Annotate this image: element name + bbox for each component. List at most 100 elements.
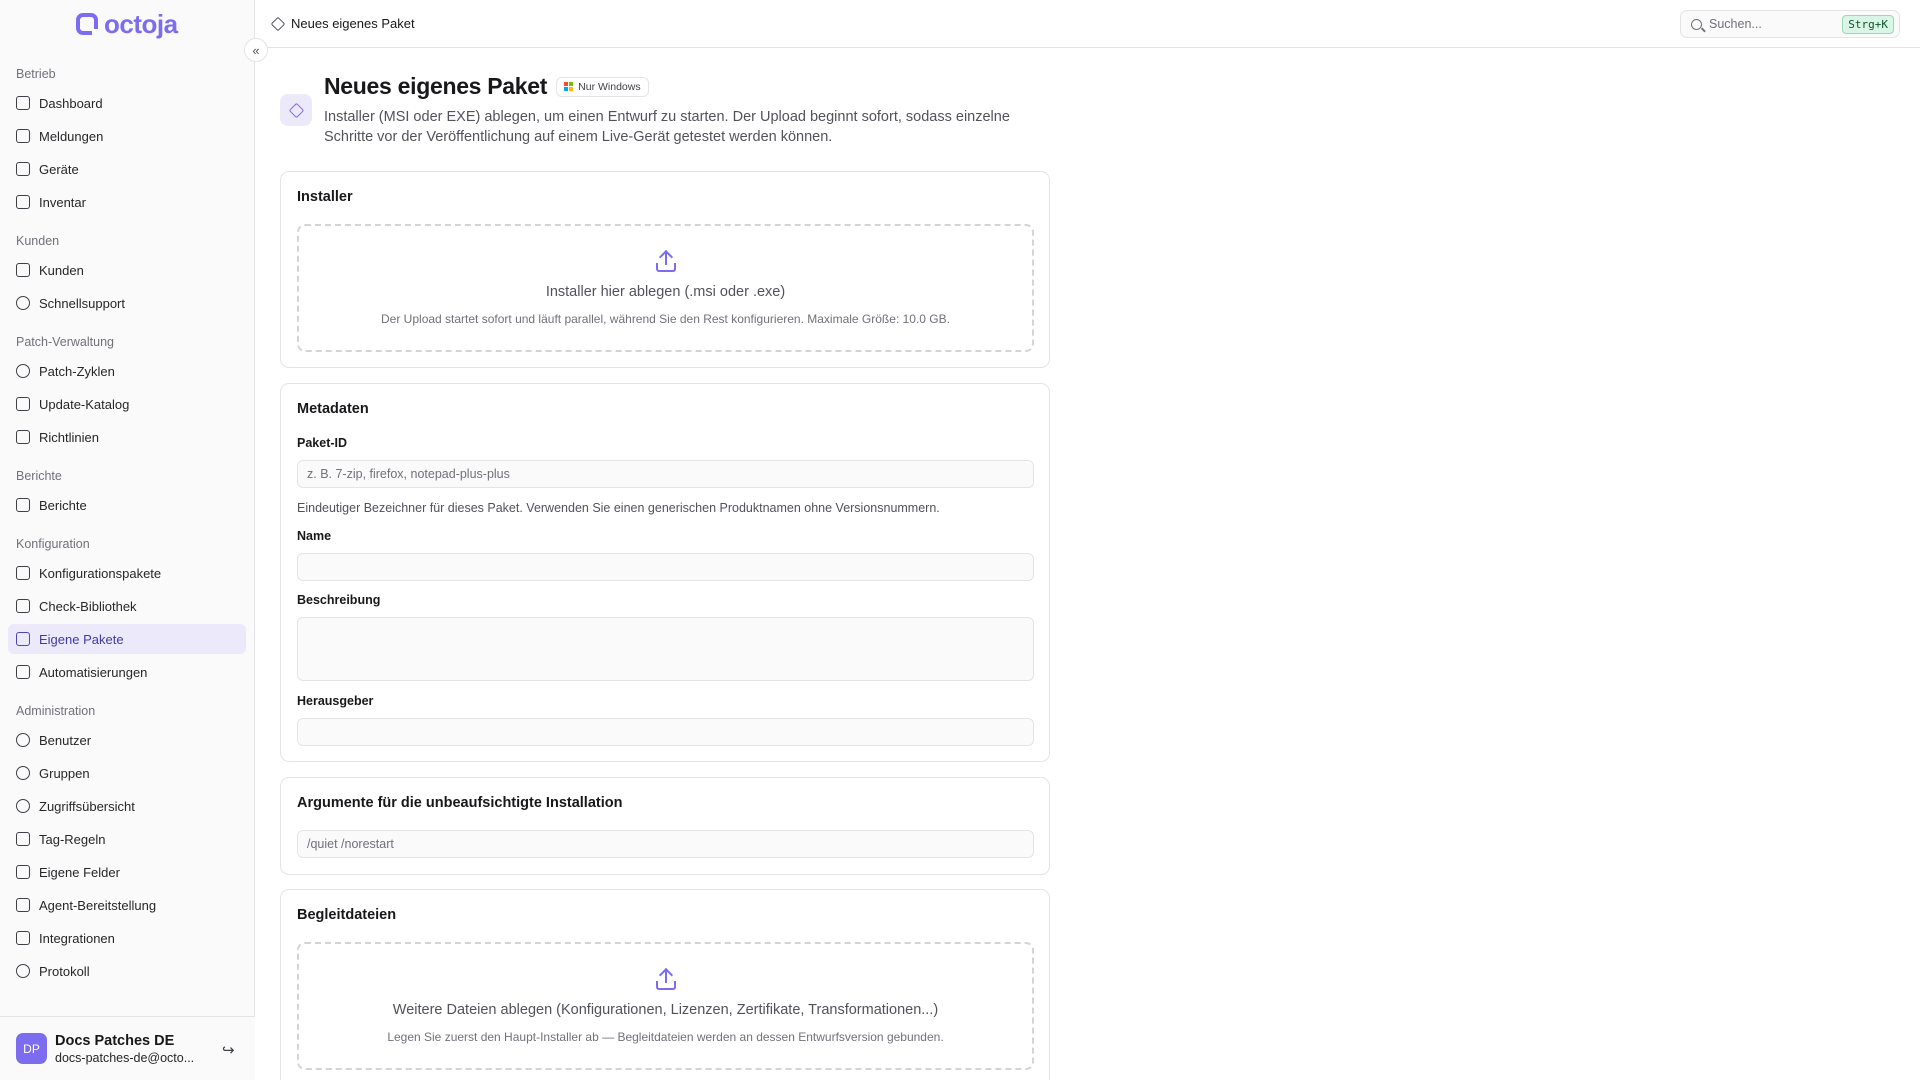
nav-section-label: Berichte xyxy=(16,468,62,483)
silent-args-input[interactable]: /quiet /norestart xyxy=(297,830,1034,858)
package-icon xyxy=(16,632,30,646)
sidebar-item-update-katalog[interactable]: Update-Katalog xyxy=(8,389,246,419)
sidebar-item-agent-bereitstellung[interactable]: Agent-Bereitstellung xyxy=(8,890,246,920)
user-icon xyxy=(16,733,30,747)
installer-drop-label: Installer hier ablegen (.msi oder .exe) xyxy=(545,284,786,300)
sidebar-item-label: Schnellsupport xyxy=(39,295,125,311)
nav-section-label: Patch-Verwaltung xyxy=(16,334,114,349)
headset-icon xyxy=(16,296,30,310)
sidebar-item-berichte[interactable]: Berichte xyxy=(8,490,246,520)
name-label: Name xyxy=(297,529,332,543)
windows-only-badge: Nur Windows xyxy=(556,76,649,97)
workflow-icon xyxy=(16,665,30,679)
monitor-icon xyxy=(16,162,30,176)
sidebar-collapse-button[interactable]: « xyxy=(244,38,268,62)
sidebar-item-check-bibliothek[interactable]: Check-Bibliothek xyxy=(8,591,246,621)
sidebar-item-dashboard[interactable]: Dashboard xyxy=(8,88,246,118)
name-input[interactable] xyxy=(297,553,1034,581)
logout-icon[interactable]: ↪ xyxy=(222,1041,235,1059)
list-icon xyxy=(16,430,30,444)
windows-icon xyxy=(564,82,574,91)
upload-icon xyxy=(655,252,676,272)
sidebar-item-label: Geräte xyxy=(39,161,79,177)
rocket-icon xyxy=(16,898,30,912)
silent-args-card: Argumente für die unbeaufsichtigte Insta… xyxy=(280,777,1050,875)
sidebar: octoja Betrieb Dashboard Meldungen Geräte In… xyxy=(0,0,255,1080)
description-label: Beschreibung xyxy=(297,593,381,607)
sidebar-item-label: Tag-Regeln xyxy=(39,831,106,847)
installer-dropzone[interactable]: Installer hier ablegen (.msi oder .exe) … xyxy=(297,224,1034,352)
sidebar-item-gruppen[interactable]: Gruppen xyxy=(8,758,246,788)
boxes-icon xyxy=(16,195,30,209)
sidebar-item-label: Eigene Felder xyxy=(39,864,120,880)
sidebar-item-tag-regeln[interactable]: Tag-Regeln xyxy=(8,824,246,854)
package-icon xyxy=(16,566,30,580)
sidebar-item-label: Eigene Pakete xyxy=(39,631,124,647)
sidebar-item-patch-zyklen[interactable]: Patch-Zyklen xyxy=(8,356,246,386)
sidebar-item-protokoll[interactable]: Protokoll xyxy=(8,956,246,986)
sidebar-item-label: Berichte xyxy=(39,497,87,513)
package-id-input[interactable]: z. B. 7-zip, firefox, notepad-plus-plus xyxy=(297,460,1034,488)
search-icon xyxy=(1691,18,1702,30)
package-icon xyxy=(280,94,312,126)
sidebar-item-label: Kunden xyxy=(39,262,84,278)
companion-dropzone[interactable]: Weitere Dateien ablegen (Konfigurationen… xyxy=(297,942,1034,1070)
sidebar-item-label: Meldungen xyxy=(39,128,104,144)
plug-icon xyxy=(16,931,30,945)
nav-section-label: Konfiguration xyxy=(16,536,90,551)
installer-card-title: Installer xyxy=(297,189,353,205)
avatar: DP xyxy=(16,1033,47,1064)
page-description: Installer (MSI oder EXE) ablegen, um ein… xyxy=(324,109,1010,145)
package-id-help: Eindeutiger Bezeichner für dieses Paket.… xyxy=(297,501,940,515)
sidebar-item-zugriffsübersicht[interactable]: Zugriffsübersicht xyxy=(8,791,246,821)
sidebar-item-kunden[interactable]: Kunden xyxy=(8,255,246,285)
file-icon xyxy=(16,498,30,512)
clipboard-icon xyxy=(16,129,30,143)
companion-drop-hint: Legen Sie zuerst den Haupt-Installer ab … xyxy=(387,1030,944,1044)
nav-section-label: Betrieb xyxy=(16,66,56,81)
sliders-icon xyxy=(16,865,30,879)
user-profile[interactable]: DP Docs Patches DE docs-patches-de@octo.… xyxy=(0,1016,255,1080)
shield-icon xyxy=(16,364,30,378)
sidebar-item-eigene-pakete[interactable]: Eigene Pakete xyxy=(8,624,246,654)
nav-section-label: Administration xyxy=(16,703,96,718)
sidebar-item-label: Integrationen xyxy=(39,930,115,946)
search-placeholder: Suchen... xyxy=(1709,17,1762,31)
search-input[interactable]: Suchen... Strg+K xyxy=(1680,10,1900,38)
sidebar-item-label: Agent-Bereitstellung xyxy=(39,897,157,913)
publisher-label: Herausgeber xyxy=(297,694,374,708)
installer-card: Installer Installer hier ablegen (.msi o… xyxy=(280,171,1050,368)
sidebar-item-inventar[interactable]: Inventar xyxy=(8,187,246,217)
sidebar-item-label: Patch-Zyklen xyxy=(39,363,115,379)
history-icon xyxy=(16,964,30,978)
description-textarea[interactable] xyxy=(297,617,1034,681)
user-name: Docs Patches DE xyxy=(55,1032,175,1049)
sidebar-item-richtlinien[interactable]: Richtlinien xyxy=(8,422,246,452)
topbar: Neues eigenes Paket Suchen... Strg+K xyxy=(256,0,1920,48)
sidebar-item-label: Benutzer xyxy=(39,732,92,748)
sidebar-item-geräte[interactable]: Geräte xyxy=(8,154,246,184)
sidebar-item-label: Dashboard xyxy=(39,95,103,111)
package-icon xyxy=(270,16,286,31)
app-logo-text: octoja xyxy=(104,8,178,39)
sidebar-item-automatisierungen[interactable]: Automatisierungen xyxy=(8,657,246,687)
shield-check-icon xyxy=(16,799,30,813)
users-icon xyxy=(16,766,30,780)
breadcrumb[interactable]: Neues eigenes Paket xyxy=(291,16,415,31)
sidebar-item-label: Automatisierungen xyxy=(39,664,148,680)
sidebar-item-benutzer[interactable]: Benutzer xyxy=(8,725,246,755)
sidebar-item-konfigurationspakete[interactable]: Konfigurationspakete xyxy=(8,558,246,588)
app-logo[interactable]: octoja xyxy=(0,0,254,48)
silent-args-title: Argumente für die unbeaufsichtigte Insta… xyxy=(297,795,623,811)
sidebar-item-integrationen[interactable]: Integrationen xyxy=(8,923,246,953)
sidebar-item-meldungen[interactable]: Meldungen xyxy=(8,121,246,151)
sidebar-item-eigene-felder[interactable]: Eigene Felder xyxy=(8,857,246,887)
badge-label: Nur Windows xyxy=(578,80,641,93)
book-icon xyxy=(16,397,30,411)
sidebar-item-schnellsupport[interactable]: Schnellsupport xyxy=(8,288,246,318)
octoja-logo-icon xyxy=(76,13,100,37)
publisher-input[interactable] xyxy=(297,718,1034,746)
nav-section-label: Kunden xyxy=(16,233,60,248)
sidebar-item-label: Zugriffsübersicht xyxy=(39,798,135,814)
sidebar-item-label: Update-Katalog xyxy=(39,396,130,412)
